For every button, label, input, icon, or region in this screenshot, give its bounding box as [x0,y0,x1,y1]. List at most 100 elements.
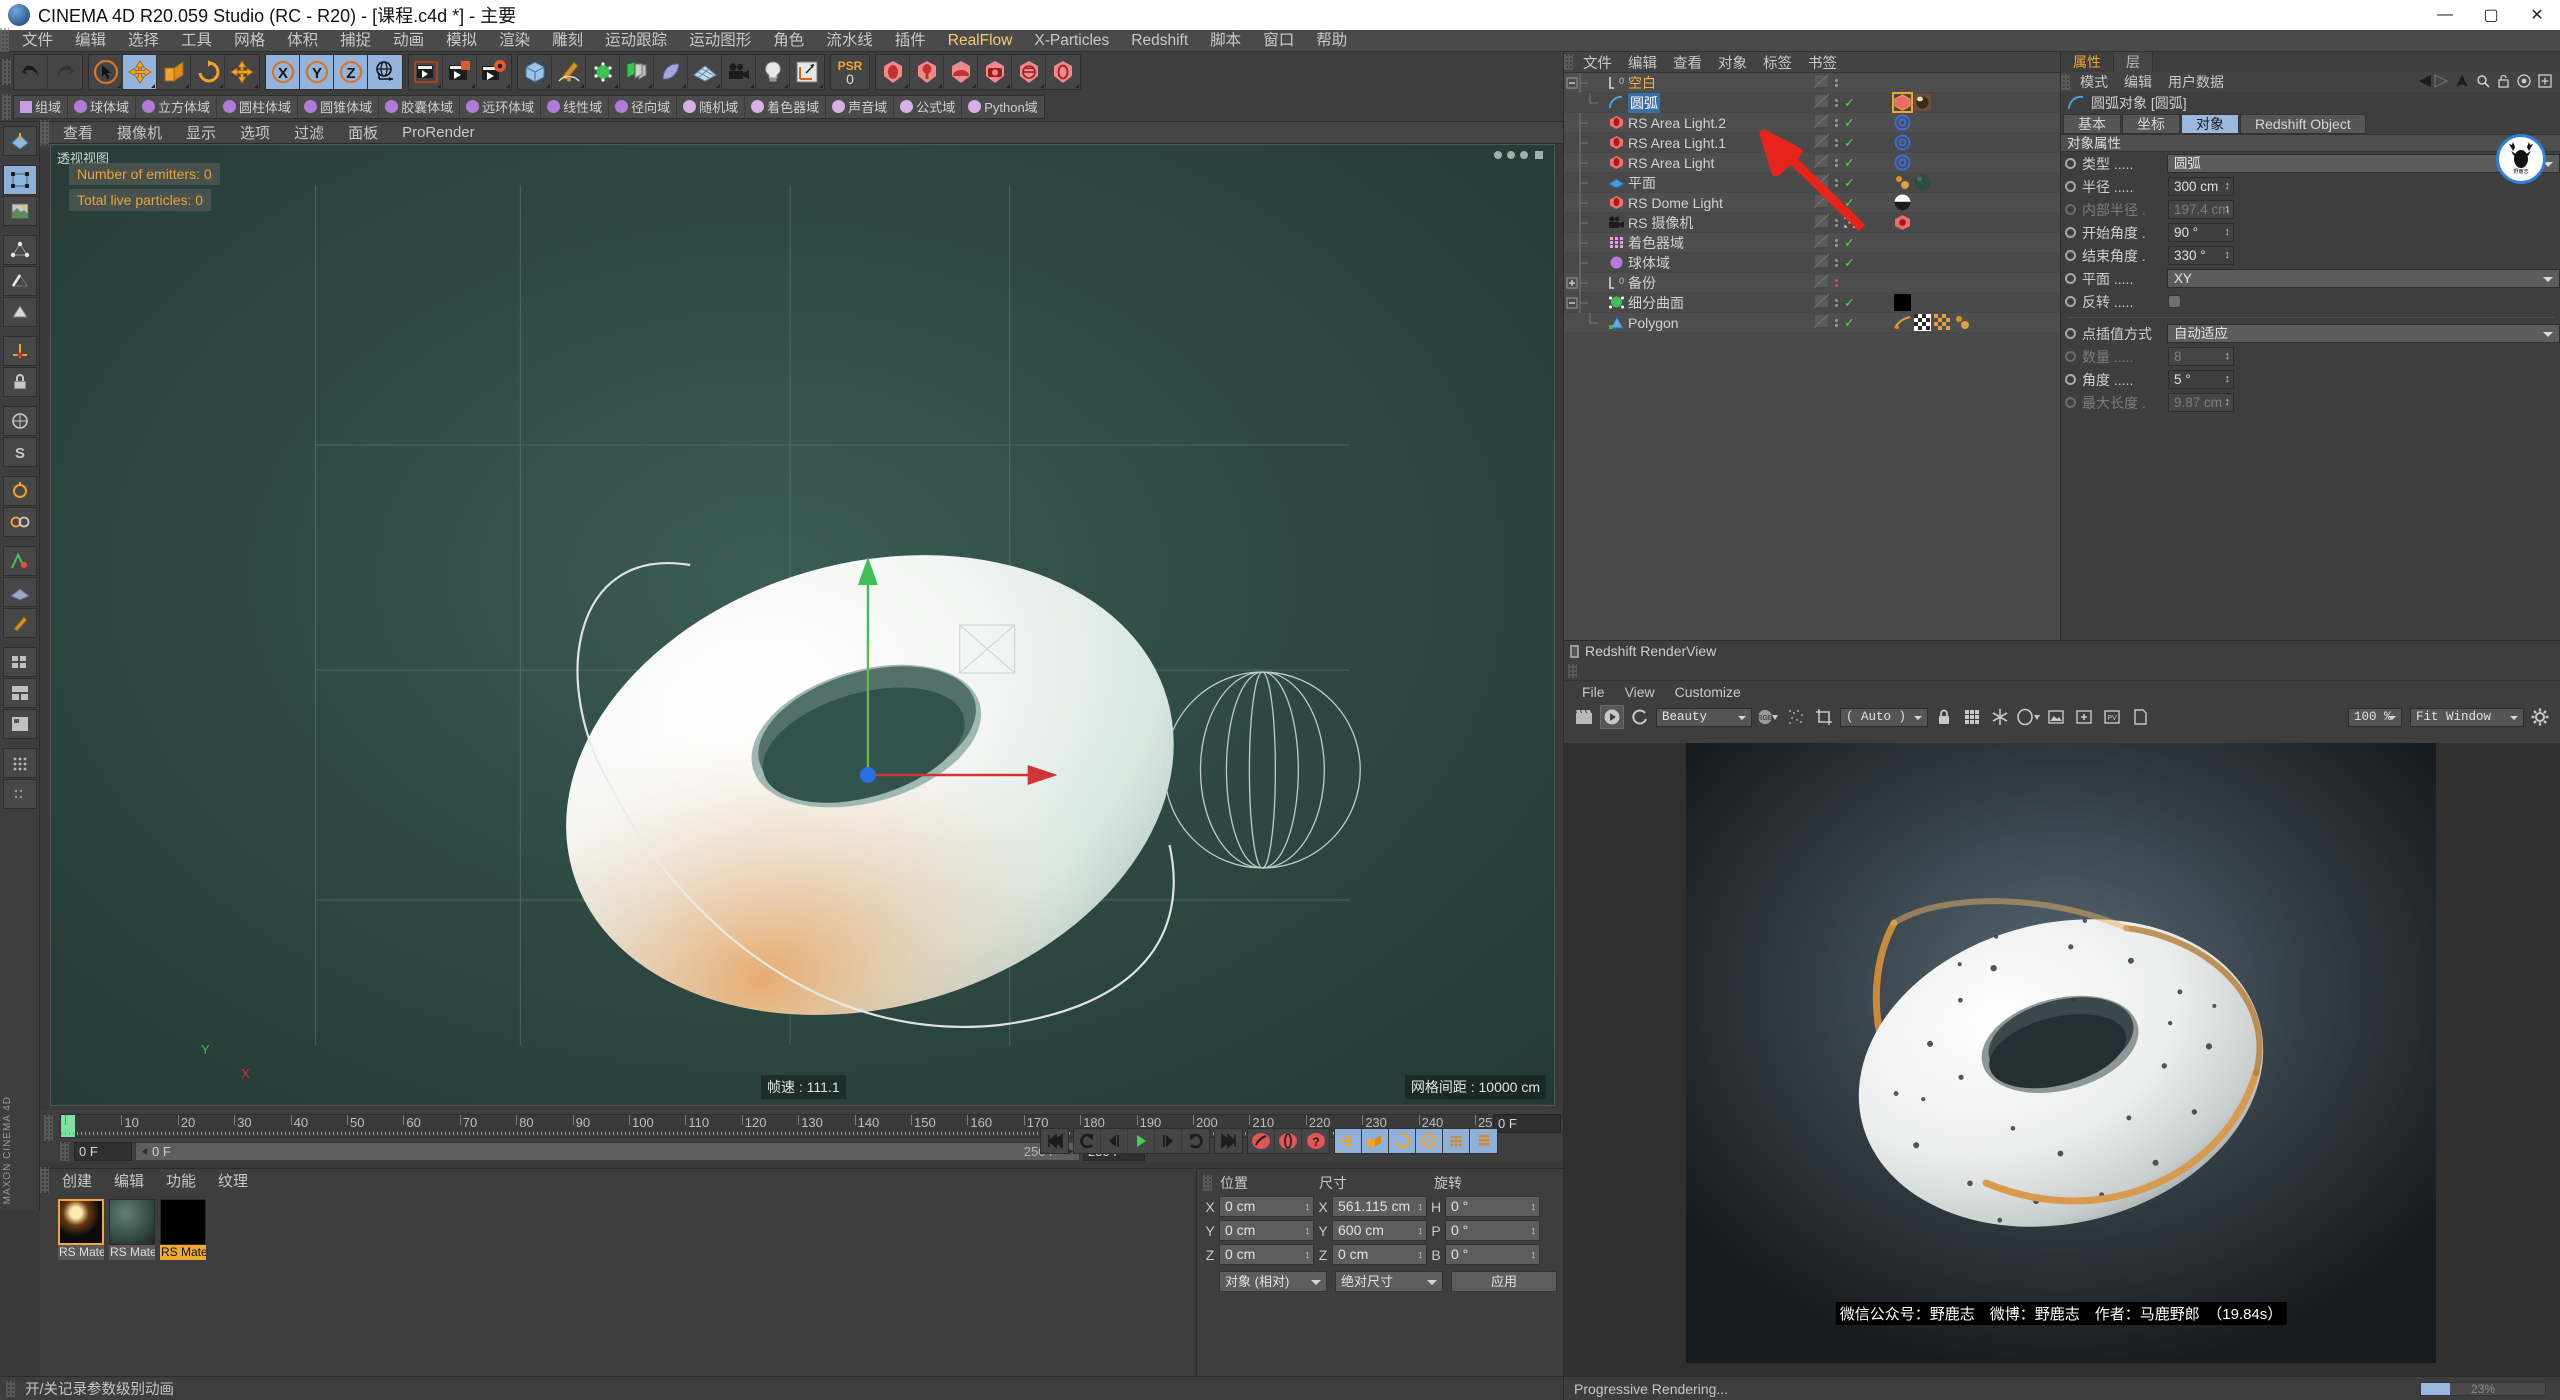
object-name[interactable]: 备份 [1628,273,1656,293]
search-icon[interactable] [2476,74,2490,88]
material-dark-tag-icon[interactable] [1914,174,1931,191]
attributes-subtab-1[interactable]: 坐标 [2122,114,2180,134]
renderview-menu-2[interactable]: Customize [1665,684,1751,700]
spinner-icon[interactable]: ↕ [1305,1222,1311,1241]
object-enabled-check[interactable]: ✓ [1844,235,1855,251]
material-thumbnail[interactable] [160,1199,206,1245]
target-tag-icon[interactable] [1894,154,1911,171]
key-position-button[interactable] [1335,1129,1362,1153]
pv-icon[interactable]: PV [2100,705,2124,729]
menu-item-19[interactable]: 脚本 [1199,30,1252,52]
array-button[interactable] [620,55,654,89]
attributes-subtab-0[interactable]: 基本 [2063,114,2121,134]
nav-back-forward-icon[interactable] [2418,74,2448,88]
rs-proxy-button[interactable] [1012,55,1046,89]
deformer-button[interactable] [654,55,688,89]
attribute-value-field[interactable]: 90 °↕ [2168,223,2234,242]
key-scale-button[interactable] [1362,1129,1389,1153]
object-enable-dots[interactable] [1835,239,1838,247]
object-enable-dots[interactable] [1835,179,1838,187]
keyframe-help-button[interactable]: ? [1302,1129,1329,1153]
viewport-menu-1[interactable]: 摄像机 [105,122,174,143]
material-tag-icon[interactable] [1914,94,1931,111]
psr-display[interactable]: PSR0 [831,55,869,89]
layout-grid1-button[interactable] [3,647,37,677]
timeline-grip[interactable] [44,1115,53,1141]
material-menu-0[interactable]: 创建 [51,1170,103,1191]
material-menu-grip[interactable] [40,1167,49,1193]
object-manager-grip[interactable] [1564,54,1573,70]
menu-item-10[interactable]: 雕刻 [541,30,594,52]
viewport-camera-controls[interactable] [1492,148,1548,162]
render-refresh-icon[interactable] [1628,705,1652,729]
renderview-menu-0[interactable]: File [1572,684,1615,700]
environment-button[interactable] [688,55,722,89]
attribute-value-field[interactable]: 300 cm↕ [2168,177,2234,196]
rs-camera-button[interactable] [978,55,1012,89]
render-start-button[interactable] [1600,705,1624,729]
tree-expander-area[interactable] [1564,173,1608,193]
menu-item-12[interactable]: 运动图形 [678,30,762,52]
attribute-value-field[interactable]: 330 °↕ [2168,246,2234,265]
tree-expander-area[interactable] [1564,253,1608,273]
attributes-grip[interactable] [2061,74,2070,90]
add-panel-icon[interactable] [2538,74,2552,88]
object-name[interactable]: 圆弧 [1628,93,1660,113]
menu-grip[interactable] [0,28,9,54]
field-button-2[interactable]: 立方体域 [136,96,217,118]
particles-tag-icon[interactable] [1894,174,1911,191]
field-button-12[interactable]: 公式域 [894,96,962,118]
object-enabled-check[interactable]: ✓ [1844,135,1855,151]
redo-button[interactable] [48,55,82,89]
object-enabled-check[interactable]: ✓ [1844,95,1855,111]
gear-icon[interactable] [2528,705,2552,729]
black-tag-icon[interactable] [1894,294,1911,311]
attributes-menu-0[interactable]: 模式 [2072,72,2116,92]
material-name[interactable]: RS Mate [58,1245,104,1260]
object-enabled-check[interactable]: ✓ [1844,255,1855,271]
coord-apply-button[interactable]: 应用 [1451,1271,1557,1292]
object-enable-dots[interactable] [1835,99,1838,107]
step-forward-button[interactable] [1155,1129,1182,1153]
coord-mode-dropdown[interactable]: 对象 (相对) [1219,1271,1327,1292]
step-back-button[interactable] [1101,1129,1128,1153]
close-button[interactable]: ✕ [2514,0,2560,30]
spinner-icon[interactable]: ↕ [1531,1246,1537,1265]
s-tool-button[interactable]: S [3,437,37,467]
attribute-checkbox[interactable] [2168,295,2181,308]
aov-dropdown[interactable]: Beauty [1656,708,1752,727]
timeline-right-frame-field[interactable]: 0 F [1493,1114,1561,1133]
save-image-icon[interactable] [2044,705,2068,729]
undo-button[interactable] [14,55,48,89]
minimize-button[interactable]: — [2422,0,2468,30]
object-name[interactable]: 细分曲面 [1628,293,1684,313]
attribute-animate-dot[interactable] [2065,374,2076,385]
tree-expander-area[interactable] [1564,93,1608,113]
rotation-field[interactable]: 0 °↕ [1445,1220,1540,1241]
channel-rgb-button[interactable]: RGB [1756,705,1780,729]
object-camera-marker[interactable] [1844,213,1856,233]
camera-button[interactable] [722,55,756,89]
coordinates-grip[interactable] [1203,1175,1212,1191]
field-button-10[interactable]: 着色器域 [745,96,826,118]
grid-icon[interactable] [1960,705,1984,729]
generator-button[interactable] [586,55,620,89]
position-field[interactable]: 0 cm↕ [1219,1196,1314,1217]
ellipse-tool-icon[interactable] [2016,705,2040,729]
camera-dropdown[interactable]: ( Auto ) [1840,708,1928,727]
field-button-0[interactable]: 组域 [14,96,68,118]
target-tag-icon[interactable] [1894,114,1911,131]
object-name[interactable]: 空白 [1628,73,1656,93]
key-rotation-button[interactable] [1389,1129,1416,1153]
render-clapper-icon[interactable] [1572,705,1596,729]
menu-item-7[interactable]: 动画 [382,30,435,52]
status-grip[interactable] [6,1381,15,1397]
menu-item-6[interactable]: 捕捉 [329,30,382,52]
tree-expander-area[interactable] [1564,233,1608,253]
menu-item-2[interactable]: 选择 [117,30,170,52]
menu-item-1[interactable]: 编辑 [64,30,117,52]
attribute-animate-dot[interactable] [2065,273,2076,284]
object-enable-dots[interactable] [1835,139,1838,147]
field-button-4[interactable]: 圆锥体域 [298,96,379,118]
visibility-toggle[interactable] [1814,93,1829,113]
